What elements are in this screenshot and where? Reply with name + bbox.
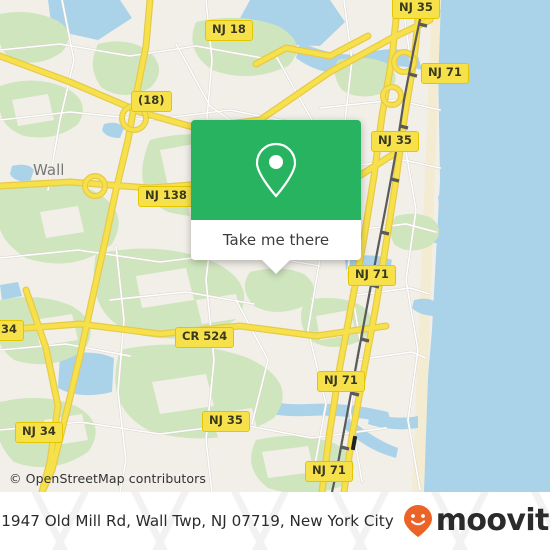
road-shield: NJ 34 [15,422,63,443]
place-label-wall: Wall [33,161,65,179]
moovit-wordmark: moovit [435,503,550,538]
map-canvas[interactable]: Wall NJ 18 (18) NJ 35 NJ 71 NJ 35 NJ 138… [0,0,550,492]
footer-bar: 1947 Old Mill Rd, Wall Twp, NJ 07719, Ne… [0,492,550,550]
popup-footer[interactable]: Take me there [191,220,361,260]
road-shield: NJ 35 [202,411,250,432]
address-label: 1947 Old Mill Rd, Wall Twp, NJ 07719, Ne… [1,512,394,530]
popup-tail [262,260,290,274]
road-shield: NJ 71 [305,461,353,482]
map-screenshot: Wall NJ 18 (18) NJ 35 NJ 71 NJ 35 NJ 138… [0,0,550,550]
road-shield: NJ 35 [371,131,419,152]
road-shield: NJ 71 [421,63,469,84]
moovit-smiley-pin-icon [403,505,432,537]
map-pin-icon [255,142,297,198]
road-shield: NJ 138 [138,186,194,207]
popup-header [191,120,361,220]
road-shield: (18) [131,91,172,112]
location-popup-card[interactable]: Take me there [191,120,361,274]
road-shield: NJ 35 [392,0,440,19]
road-shield: NJ 18 [205,20,253,41]
road-shield: NJ 71 [348,265,396,286]
road-shield: 34 [0,320,25,341]
road-shield: NJ 71 [317,371,365,392]
osm-attribution[interactable]: © OpenStreetMap contributors [9,471,206,486]
road-shield: CR 524 [175,327,235,348]
moovit-brand: moovit [402,504,549,538]
take-me-there-label: Take me there [222,231,330,249]
